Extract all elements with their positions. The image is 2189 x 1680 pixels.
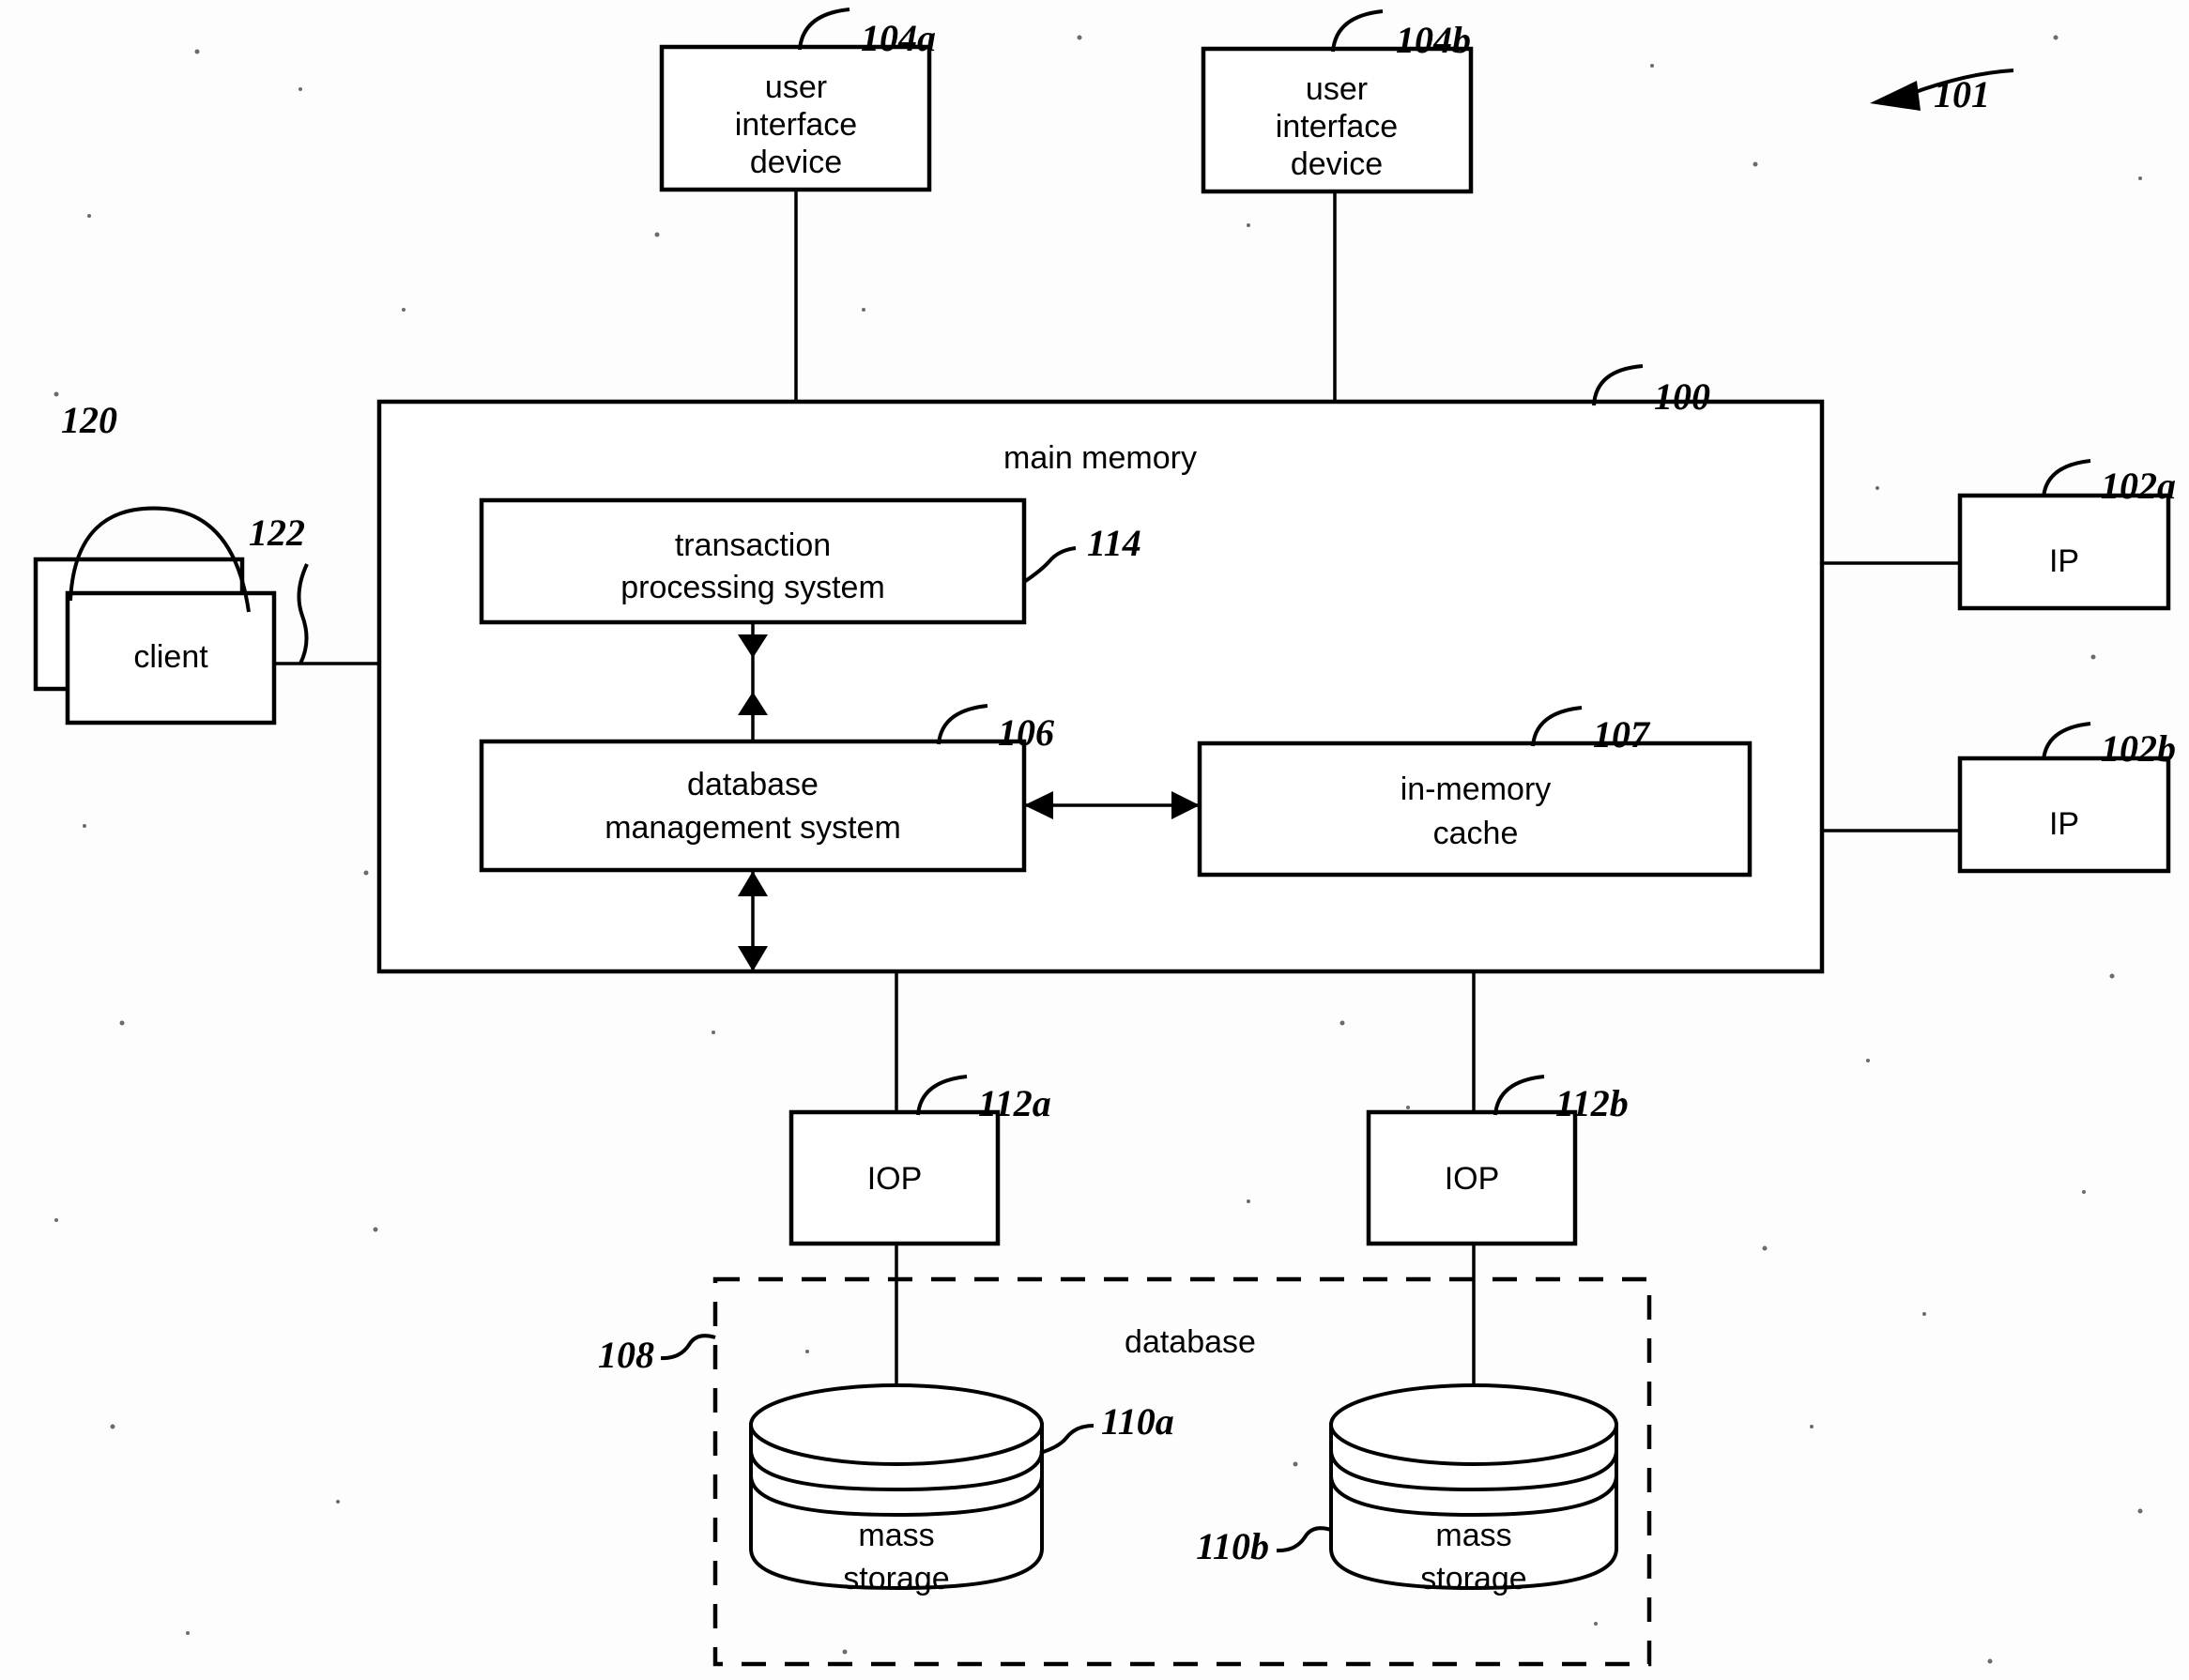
dbms-label-line1: database bbox=[687, 767, 819, 802]
mass-storage-b-label-line1: mass bbox=[1435, 1518, 1511, 1553]
user-interface-device-b-block[interactable]: user interface device 104b bbox=[1201, 9, 1474, 194]
uid-a-ref: 104a bbox=[861, 17, 936, 59]
figure-canvas: main memory 100 user interface device 10… bbox=[0, 0, 2189, 1680]
main-memory-ref: 100 bbox=[1654, 375, 1710, 418]
tps-label-line1: transaction bbox=[675, 527, 831, 563]
iop-b-label: IOP bbox=[1445, 1161, 1500, 1197]
uid-a-label-line2: interface bbox=[735, 107, 857, 143]
mass-storage-a-label-line1: mass bbox=[858, 1518, 934, 1553]
cache-label-line1: in-memory bbox=[1401, 771, 1552, 807]
figure-ref-101: 101 bbox=[1870, 69, 2014, 115]
uid-b-label-line3: device bbox=[1291, 146, 1383, 182]
iop-a-block[interactable]: IOP 112a bbox=[788, 1075, 1051, 1246]
client-stack-ref-label: 120 bbox=[61, 399, 117, 441]
uid-a-label-line3: device bbox=[750, 145, 842, 180]
iop-b-ref: 112b bbox=[1555, 1082, 1629, 1124]
uid-b-ref: 104b bbox=[1396, 19, 1471, 61]
patent-figure-diagram: main memory 100 user interface device 10… bbox=[33, 8, 2176, 1667]
client-link-ref-label: 122 bbox=[249, 512, 305, 554]
cache-label-line2: cache bbox=[1433, 816, 1519, 851]
uid-a-label-line1: user bbox=[765, 69, 827, 105]
ip-a-label: IP bbox=[2049, 543, 2079, 579]
ip-a-ref: 102a bbox=[2101, 465, 2176, 507]
iop-b-block[interactable]: IOP 112b bbox=[1366, 1075, 1629, 1246]
uid-b-label-line2: interface bbox=[1276, 109, 1398, 145]
database-region-label: database bbox=[1125, 1324, 1256, 1360]
tps-ref: 114 bbox=[1087, 522, 1141, 564]
iop-a-ref: 112a bbox=[978, 1082, 1051, 1124]
mass-storage-b-ref: 110b bbox=[1196, 1525, 1269, 1567]
main-memory-block[interactable]: main memory 100 bbox=[376, 364, 1825, 974]
main-memory-label: main memory bbox=[1003, 440, 1197, 476]
mass-storage-a-block[interactable]: mass storage 110a bbox=[749, 1383, 1174, 1596]
tps-label-line2: processing system bbox=[620, 570, 885, 605]
database-region-ref: 108 bbox=[598, 1334, 654, 1376]
ip-b-block[interactable]: IP 102b bbox=[1957, 722, 2176, 874]
uid-b-label-line1: user bbox=[1306, 71, 1368, 107]
dbms-label-line2: management system bbox=[605, 810, 901, 846]
ip-b-ref: 102b bbox=[2101, 727, 2176, 770]
client-label: client bbox=[133, 639, 208, 675]
iop-a-label: IOP bbox=[867, 1161, 923, 1197]
dbms-ref: 106 bbox=[998, 711, 1054, 754]
mass-storage-a-label-line2: storage bbox=[843, 1561, 949, 1596]
mass-storage-b-label-line2: storage bbox=[1420, 1561, 1526, 1596]
mass-storage-a-ref: 110a bbox=[1101, 1400, 1174, 1443]
mass-storage-b-block[interactable]: mass storage 110b bbox=[1196, 1383, 1618, 1596]
user-interface-device-a-block[interactable]: user interface device 104a bbox=[659, 8, 936, 192]
ip-a-block[interactable]: IP 102a bbox=[1957, 459, 2176, 611]
ip-b-label: IP bbox=[2049, 806, 2079, 842]
cache-ref: 107 bbox=[1593, 713, 1651, 756]
figure-ref-label: 101 bbox=[1934, 73, 1990, 115]
